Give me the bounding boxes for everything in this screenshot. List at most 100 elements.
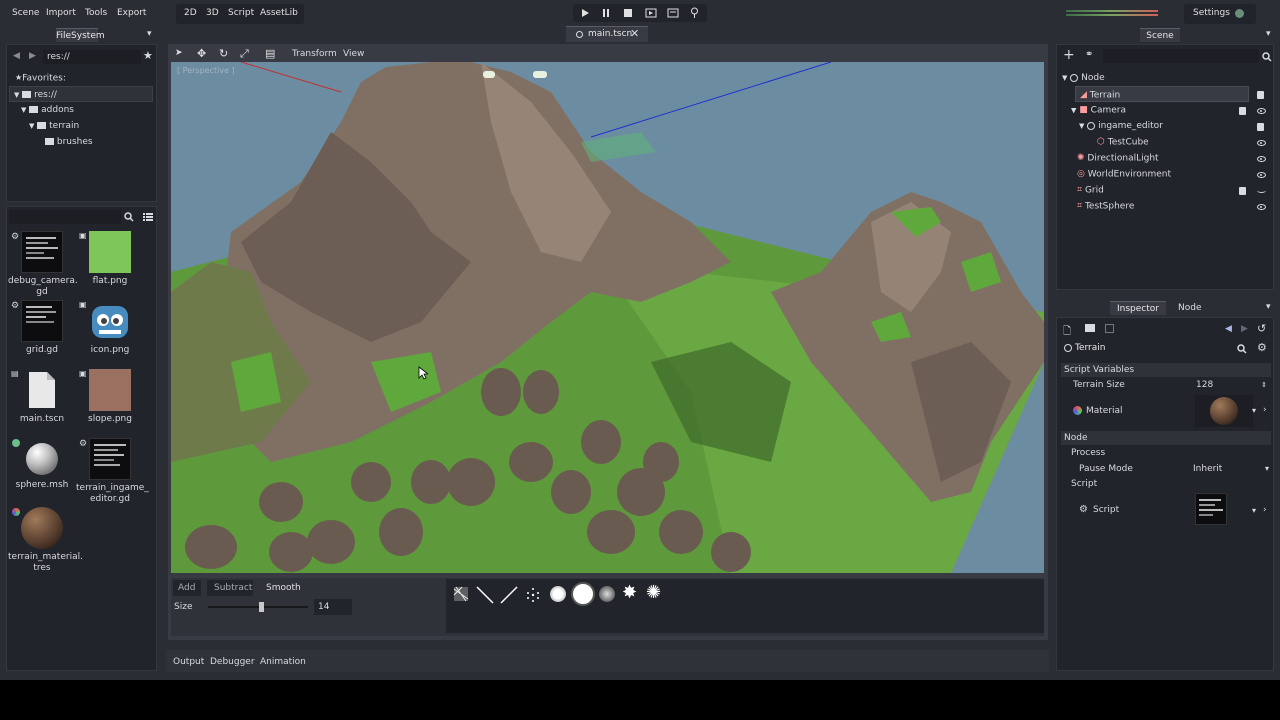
visibility-eye-icon[interactable]: [1257, 156, 1266, 162]
object-settings-icon[interactable]: ⚙: [1257, 341, 1267, 354]
pause-icon[interactable]: [601, 8, 611, 18]
script-icon[interactable]: [1257, 123, 1264, 131]
scene-node-directionallight[interactable]: ✺ DirectionalLight: [1077, 150, 1159, 166]
add-node-icon[interactable]: +: [1063, 47, 1075, 63]
dropdown-arrow-icon[interactable]: ▾: [1252, 406, 1256, 415]
spin-arrows-icon[interactable]: ⇕: [1261, 378, 1267, 392]
file-main-tscn[interactable]: ▤ main.tscn: [8, 369, 76, 425]
file-terrain-material[interactable]: terrain_material. tres: [8, 507, 83, 574]
play-scene-icon[interactable]: [645, 7, 657, 18]
visibility-eye-icon[interactable]: [1257, 108, 1266, 114]
list-select-icon[interactable]: ▤: [265, 47, 275, 60]
file-grid-gd[interactable]: ⚙ grid.gd: [8, 300, 76, 356]
scene-node-grid[interactable]: ⌗ Grid: [1077, 182, 1104, 198]
rotate-tool-icon[interactable]: ↻: [219, 47, 228, 60]
brush-burst-icon[interactable]: ✺: [646, 582, 661, 603]
smooth-mode-button[interactable]: Smooth: [266, 583, 301, 593]
search-icon[interactable]: [124, 212, 134, 222]
file-slope-png[interactable]: ▣ slope.png: [76, 369, 144, 425]
play-icon[interactable]: [580, 8, 590, 18]
list-view-icon[interactable]: [143, 212, 153, 222]
subtract-mode-button[interactable]: Subtract: [214, 583, 252, 593]
perspective-label[interactable]: [ Perspective ]: [177, 66, 235, 75]
workspace-2d[interactable]: 2D: [184, 8, 197, 18]
tab-animation[interactable]: Animation: [260, 657, 306, 667]
scene-node-worldenvironment[interactable]: ◎ WorldEnvironment: [1077, 166, 1171, 182]
object-history-icon[interactable]: ↺: [1257, 322, 1266, 335]
size-slider-handle[interactable]: [259, 602, 264, 612]
brush-slash-icon[interactable]: [499, 585, 519, 605]
size-slider[interactable]: [208, 602, 308, 612]
scene-node-node[interactable]: ▼ Node: [1062, 70, 1105, 86]
scene-node-testcube[interactable]: ⬡ TestCube: [1097, 134, 1149, 150]
visibility-eye-icon[interactable]: [1257, 140, 1266, 146]
brush-dots-icon[interactable]: [523, 585, 543, 605]
tab-main-tscn[interactable]: main.tscn ✕: [566, 26, 648, 42]
tree-item-brushes[interactable]: brushes: [45, 134, 93, 150]
brush-hard-circle-icon[interactable]: [571, 582, 595, 606]
script-icon[interactable]: [1239, 107, 1246, 115]
section-script[interactable]: Script: [1071, 479, 1097, 489]
favorites-row[interactable]: ★ Favorites:: [15, 70, 66, 86]
file-terrain-ingame-editor[interactable]: ⚙ terrain_ingame_ editor.gd: [76, 438, 149, 505]
dock-menu-icon[interactable]: ▾: [1266, 29, 1271, 39]
brush-noise-icon[interactable]: [452, 585, 470, 603]
select-tool-icon[interactable]: ➤: [175, 48, 183, 58]
history-back-icon[interactable]: ◀: [1225, 324, 1232, 334]
workspace-script[interactable]: Script: [228, 8, 254, 18]
script-icon[interactable]: [1239, 187, 1246, 195]
menu-view[interactable]: View: [343, 49, 364, 59]
tab-debugger[interactable]: Debugger: [210, 657, 255, 667]
open-folder-icon[interactable]: [1085, 324, 1095, 332]
tab-output[interactable]: Output: [173, 657, 204, 667]
scene-filter-input[interactable]: [1103, 49, 1259, 63]
menu-tools[interactable]: Tools: [85, 8, 107, 18]
search-icon[interactable]: [1262, 52, 1272, 62]
tab-filesystem[interactable]: FileSystem: [56, 28, 105, 42]
brush-soft-circle-icon[interactable]: [550, 586, 566, 602]
section-node[interactable]: Node: [1061, 431, 1271, 445]
tree-item-addons[interactable]: ▼ addons: [21, 102, 74, 118]
tab-scene[interactable]: Scene: [1140, 28, 1180, 42]
dock-menu-icon[interactable]: ▾: [1266, 302, 1271, 312]
search-icon[interactable]: [1237, 344, 1247, 354]
close-icon[interactable]: ✕: [630, 27, 639, 40]
pause-mode-select[interactable]: Inherit ▾: [1193, 462, 1271, 476]
tree-item-terrain[interactable]: ▼ terrain: [29, 118, 79, 134]
brush-star-icon[interactable]: ✸: [622, 582, 637, 603]
workspace-assetlib[interactable]: AssetLib: [260, 8, 298, 18]
terrain-size-spinbox[interactable]: 128 ⇕: [1193, 378, 1269, 392]
add-mode-button[interactable]: Add: [178, 583, 195, 593]
scene-node-testsphere[interactable]: ⌗ TestSphere: [1077, 198, 1134, 214]
menu-export[interactable]: Export: [117, 8, 146, 18]
stop-icon[interactable]: [623, 8, 633, 18]
visibility-closed-eye-icon[interactable]: [1257, 188, 1266, 193]
update-spinner-icon[interactable]: [1235, 9, 1244, 18]
file-search-input[interactable]: [9, 210, 121, 224]
move-tool-icon[interactable]: ✥: [197, 47, 206, 60]
scale-tool-icon[interactable]: ⤢: [240, 47, 249, 61]
visibility-eye-icon[interactable]: [1257, 172, 1266, 178]
scene-node-terrain[interactable]: ◢ Terrain: [1075, 86, 1249, 102]
dropdown-arrow-icon[interactable]: ▾: [1252, 506, 1256, 515]
scene-node-camera[interactable]: ▼ ■ Camera: [1071, 102, 1126, 118]
file-sphere-msh[interactable]: sphere.msh: [8, 438, 76, 491]
chevron-right-icon[interactable]: ›: [1263, 505, 1267, 515]
file-debug-camera[interactable]: ⚙ debug_camera. gd: [8, 231, 78, 298]
save-icon[interactable]: [1105, 324, 1114, 333]
tab-inspector[interactable]: Inspector: [1110, 301, 1166, 315]
new-resource-icon[interactable]: 🗋: [1063, 324, 1071, 341]
path-field[interactable]: res://: [43, 50, 141, 64]
file-flat-png[interactable]: ▣ flat.png: [76, 231, 144, 287]
menu-transform[interactable]: Transform: [292, 49, 337, 59]
dock-menu-icon[interactable]: ▾: [147, 29, 152, 39]
history-forward-icon[interactable]: ▶: [1241, 324, 1248, 334]
material-resource-picker[interactable]: [1195, 395, 1253, 427]
back-arrow-icon[interactable]: ◀: [13, 51, 20, 61]
section-script-variables[interactable]: Script Variables: [1061, 363, 1271, 377]
menu-scene[interactable]: Scene: [12, 8, 39, 18]
chevron-right-icon[interactable]: ›: [1263, 405, 1267, 415]
play-custom-scene-icon[interactable]: [667, 7, 679, 18]
tab-node[interactable]: Node: [1178, 303, 1202, 313]
visibility-eye-icon[interactable]: [1257, 204, 1266, 210]
